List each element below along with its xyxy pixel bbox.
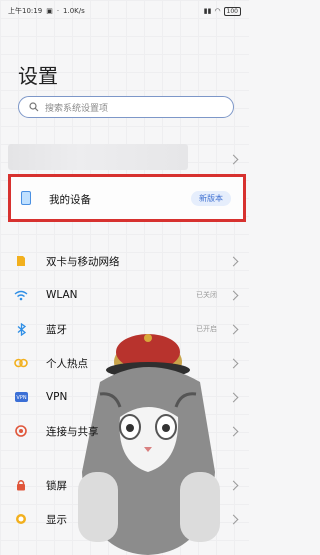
more-icon: · <box>56 7 60 15</box>
signal-icon: ▮▮ <box>203 7 212 15</box>
menu-item-display[interactable]: 显示 <box>0 502 249 536</box>
section-divider <box>0 448 249 468</box>
account-info-blurred <box>8 144 188 170</box>
hotspot-icon <box>14 357 28 369</box>
vpn-icon: VPN <box>14 391 28 403</box>
menu-item-value: 已关闭 <box>196 291 217 299</box>
chevron-right-icon <box>228 324 239 335</box>
network-speed: 1.0K/s <box>63 7 85 15</box>
search-input[interactable]: 搜索系统设置项 <box>18 96 234 118</box>
menu-item-dual-sim[interactable]: 双卡与移动网络 <box>0 244 249 278</box>
chevron-right-icon <box>228 514 239 525</box>
menu-item-label: 双卡与移动网络 <box>46 255 120 268</box>
wifi-icon <box>14 289 28 301</box>
notification-icon: ▣ <box>46 7 53 15</box>
chevron-right-icon <box>228 392 239 403</box>
settings-menu: 双卡与移动网络 WLAN 已关闭 蓝牙 已开启 个人热点 VPN VPN 连接与… <box>0 244 249 536</box>
display-icon <box>14 513 28 525</box>
chevron-right-icon <box>228 256 239 267</box>
svg-text:VPN: VPN <box>16 395 26 401</box>
wifi-status-icon: ◠ <box>214 7 221 15</box>
menu-item-label: 连接与共享 <box>46 425 99 438</box>
menu-item-value: 已开启 <box>196 325 217 333</box>
phone-icon <box>21 191 31 205</box>
sim-card-icon <box>14 255 28 267</box>
chevron-right-icon <box>228 358 239 369</box>
menu-item-label: 显示 <box>46 513 67 526</box>
menu-item-bluetooth[interactable]: 蓝牙 已开启 <box>0 312 249 346</box>
battery-icon: 100 <box>223 6 241 16</box>
chevron-right-icon <box>228 426 239 437</box>
chevron-right-icon <box>228 154 239 165</box>
menu-item-label: 蓝牙 <box>46 323 67 336</box>
menu-item-connection-sharing[interactable]: 连接与共享 <box>0 414 249 448</box>
status-bar: 上午10:19 ▣ · 1.0K/s ▮▮ ◠ 100 <box>0 0 249 22</box>
menu-item-label: VPN <box>46 391 68 403</box>
search-placeholder: 搜索系统设置项 <box>45 103 109 114</box>
menu-item-wlan[interactable]: WLAN 已关闭 <box>0 278 249 312</box>
menu-item-label: 个人热点 <box>46 357 88 370</box>
menu-item-hotspot[interactable]: 个人热点 <box>0 346 249 380</box>
lock-icon <box>14 479 28 491</box>
chevron-right-icon <box>228 290 239 301</box>
search-icon <box>29 102 39 112</box>
menu-item-lock-screen[interactable]: 锁屏 <box>0 468 249 502</box>
share-icon <box>14 425 28 437</box>
status-time: 上午10:19 <box>8 7 43 15</box>
menu-item-label: 锁屏 <box>46 479 67 492</box>
account-row[interactable] <box>0 140 249 178</box>
my-device-item[interactable]: 我的设备 新版本 <box>8 174 246 222</box>
my-device-label: 我的设备 <box>49 194 91 206</box>
menu-item-vpn[interactable]: VPN VPN <box>0 380 249 414</box>
new-version-badge: 新版本 <box>191 191 231 206</box>
page-title: 设置 <box>18 64 58 88</box>
chevron-right-icon <box>228 480 239 491</box>
menu-item-label: WLAN <box>46 289 78 301</box>
bluetooth-icon <box>14 322 28 336</box>
